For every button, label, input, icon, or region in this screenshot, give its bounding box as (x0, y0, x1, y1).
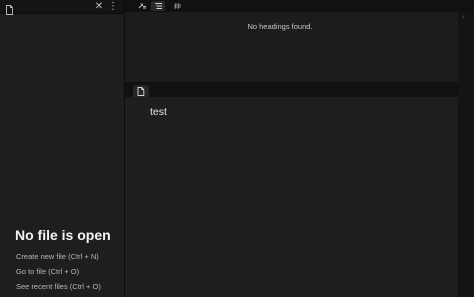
editor-panel[interactable]: test (125, 97, 458, 297)
right-tab-bar (125, 0, 474, 12)
tab-tags[interactable] (170, 1, 184, 11)
tab-outline[interactable] (151, 1, 165, 11)
tab-backlinks[interactable] (135, 1, 149, 11)
file-icon[interactable] (5, 2, 14, 15)
empty-state-title: No file is open (15, 227, 111, 243)
editor-tab-bar (125, 84, 458, 97)
tags-icon (174, 2, 181, 10)
app-window: ✕ ⋮ No file is open Create new file (Ctr… (0, 0, 474, 297)
outline-icon (155, 3, 162, 9)
left-pane: ✕ ⋮ No file is open Create new file (Ctr… (0, 0, 125, 297)
right-sidebar-edge (458, 12, 474, 297)
close-icon[interactable]: ✕ (94, 0, 104, 13)
create-new-file-link[interactable]: Create new file (Ctrl + N) (16, 252, 99, 261)
backlinks-icon (138, 3, 146, 9)
editor-tab[interactable] (133, 85, 149, 97)
left-tab-bar: ✕ ⋮ (0, 0, 124, 15)
chevron-right-icon[interactable]: › (462, 14, 464, 21)
recent-files-link[interactable]: See recent files (Ctrl + O) (16, 282, 101, 291)
more-options-icon[interactable]: ⋮ (108, 0, 118, 13)
editor-content[interactable]: test (150, 106, 167, 118)
file-icon (137, 87, 145, 96)
outline-empty-message: No headings found. (247, 22, 313, 31)
go-to-file-link[interactable]: Go to file (Ctrl + O) (16, 267, 79, 276)
outline-panel: No headings found. (125, 12, 458, 82)
